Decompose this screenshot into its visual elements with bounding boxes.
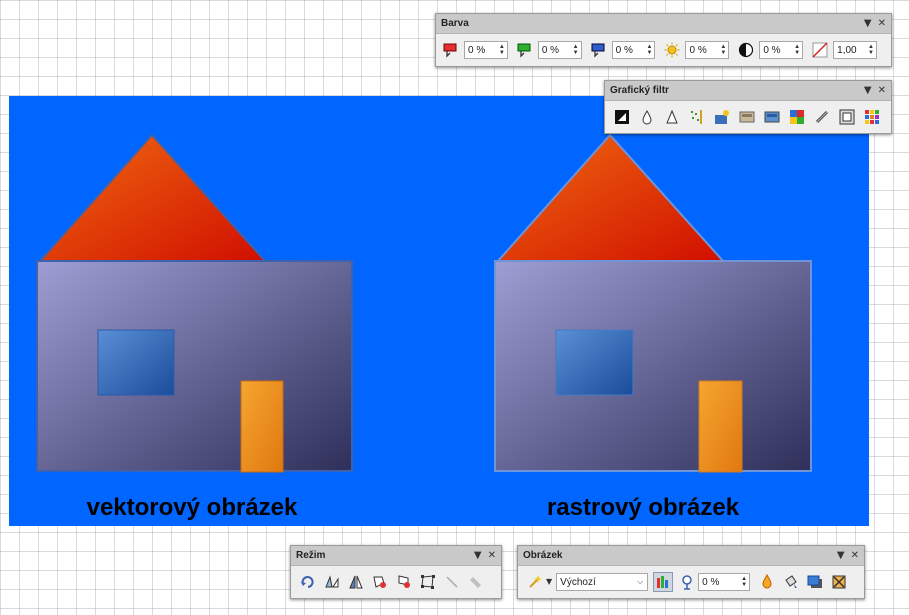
spin-arrows-icon[interactable]: ▲ ▼ [739, 576, 749, 588]
red-channel-value: 0 % [468, 44, 486, 56]
red-channel-icon [442, 41, 460, 59]
color-settings-icon[interactable] [653, 572, 674, 592]
solarization-filter-icon[interactable] [713, 108, 731, 126]
mosaic-filter-icon[interactable] [863, 108, 881, 126]
spin-arrows-icon[interactable]: ▲ ▼ [866, 44, 876, 56]
vector-house-window [97, 329, 175, 396]
image-toolbar-titlebar[interactable]: Obrázek ▼ ✕ [518, 546, 864, 566]
green-channel-icon [516, 41, 534, 59]
blue-channel-spinbox[interactable]: 0 % ▲ ▼ [611, 41, 656, 59]
set-in-circle-perspective-icon[interactable] [371, 573, 389, 591]
toolbar-menu-arrow-icon[interactable]: ▼ [864, 18, 872, 29]
image-toolbar-title: Obrázek [523, 550, 563, 561]
area-icon[interactable] [782, 573, 800, 591]
graphics-mode-select[interactable]: Výchozí ⌵ [556, 573, 649, 591]
distort-icon[interactable] [419, 573, 437, 591]
blue-channel-value: 0 % [615, 44, 633, 56]
brightness-value: 0 % [689, 44, 707, 56]
spin-arrows-icon[interactable]: ▲ ▼ [644, 44, 654, 56]
mirror-icon[interactable] [347, 573, 365, 591]
smooth-filter-icon[interactable] [638, 108, 656, 126]
raster-label: rastrový obrázek [547, 494, 740, 521]
blue-channel-icon [590, 41, 608, 59]
mode-toolbar-title: Režim [296, 550, 326, 561]
drawing-canvas[interactable]: vektorový obrázek rastrový obrázek [9, 96, 869, 526]
spin-arrows-icon[interactable]: ▲ ▼ [792, 44, 802, 56]
vector-house-door [240, 380, 284, 473]
chevron-down-icon[interactable]: ▼ [546, 578, 552, 586]
brightness-spinbox[interactable]: 0 % ▲ ▼ [685, 41, 730, 59]
color-toolbar-title: Barva [441, 18, 469, 29]
gamma-value: 1,00 [837, 44, 857, 56]
graphic-filter-body [605, 101, 891, 133]
shadow-icon[interactable] [806, 573, 824, 591]
image-filter-icon[interactable] [526, 573, 544, 591]
chevron-down-icon: ⌵ [637, 577, 644, 586]
rotate-icon[interactable] [299, 573, 317, 591]
graphic-filter-toolbar[interactable]: Grafický filtr ▼ ✕ [604, 80, 892, 134]
spin-arrows-icon[interactable]: ▲ ▼ [571, 44, 581, 56]
contrast-spinbox[interactable]: 0 % ▲ ▼ [759, 41, 804, 59]
green-channel-value: 0 % [541, 44, 560, 56]
relief-filter-icon[interactable] [838, 108, 856, 126]
mode-toolbar-body [291, 566, 501, 598]
green-channel-spinbox[interactable]: 0 % ▲ ▼ [537, 41, 582, 59]
toolbar-menu-arrow-icon[interactable]: ▼ [837, 550, 845, 561]
vector-label: vektorový obrázek [87, 494, 298, 521]
transparency-value: 0 % [702, 576, 720, 588]
mode-toolbar[interactable]: Režim ▼ ✕ [290, 545, 502, 599]
graphic-filter-title: Grafický filtr [610, 85, 669, 96]
image-toolbar-body: ▼ Výchozí ⌵ 0 % ▲ ▼ [518, 566, 864, 598]
color-toolbar[interactable]: Barva ▼ ✕ 0 % ▲ ▼ 0 % ▲ ▼ 0 % ▲ ▼ 0 % ▲ ▼ 0 % ▲ ▼ … [435, 13, 892, 67]
raster-house-wall [494, 260, 812, 472]
toolbar-menu-arrow-icon[interactable]: ▼ [474, 550, 482, 561]
invert-filter-icon[interactable] [613, 108, 631, 126]
contrast-icon [737, 41, 755, 59]
graphics-mode-value: Výchozí [560, 576, 596, 588]
contrast-value: 0 % [763, 44, 781, 56]
drawing-svg: vektorový obrázek rastrový obrázek [9, 96, 869, 526]
posterize-filter-icon[interactable] [763, 108, 781, 126]
red-channel-spinbox[interactable]: 0 % ▲ ▼ [464, 41, 508, 59]
spin-arrows-icon[interactable]: ▲ ▼ [718, 44, 728, 56]
gradient-icon [467, 573, 485, 591]
set-in-circle-slant-icon[interactable] [395, 573, 413, 591]
toolbar-menu-arrow-icon[interactable]: ▼ [864, 85, 872, 96]
gamma-spinbox[interactable]: 1,00 ▲ ▼ [833, 41, 877, 59]
brightness-icon [663, 41, 681, 59]
raster-house-window [555, 329, 634, 396]
spin-arrows-icon[interactable]: ▲ ▼ [497, 44, 507, 56]
gamma-icon [811, 41, 829, 59]
close-icon[interactable]: ✕ [488, 550, 496, 561]
mode-toolbar-titlebar[interactable]: Režim ▼ ✕ [291, 546, 501, 566]
color-toolbar-body: 0 % ▲ ▼ 0 % ▲ ▼ 0 % ▲ ▼ 0 % ▲ ▼ 0 % ▲ ▼ 1,00 ▲ ▼ [436, 34, 891, 66]
graphic-filter-titlebar[interactable]: Grafický filtr ▼ ✕ [605, 81, 891, 101]
crop-icon[interactable] [830, 573, 848, 591]
flip-icon[interactable] [323, 573, 341, 591]
pop-art-filter-icon[interactable] [788, 108, 806, 126]
transparency-icon [678, 573, 696, 591]
image-toolbar[interactable]: Obrázek ▼ ✕ ▼ Výchozí ⌵ 0 % ▲ ▼ [517, 545, 865, 599]
close-icon[interactable]: ✕ [851, 550, 859, 561]
close-icon[interactable]: ✕ [878, 18, 886, 29]
remove-noise-filter-icon[interactable] [688, 108, 706, 126]
vector-house-wall [36, 260, 353, 472]
charcoal-sketch-filter-icon[interactable] [813, 108, 831, 126]
sharpen-filter-icon[interactable] [663, 108, 681, 126]
aging-filter-icon[interactable] [738, 108, 756, 126]
transparency-gradient-icon [443, 573, 461, 591]
color-toolbar-titlebar[interactable]: Barva ▼ ✕ [436, 14, 891, 34]
transparency-spinbox[interactable]: 0 % ▲ ▼ [698, 573, 751, 591]
close-icon[interactable]: ✕ [878, 85, 886, 96]
raster-house-door [698, 380, 743, 473]
line-icon[interactable] [758, 573, 776, 591]
